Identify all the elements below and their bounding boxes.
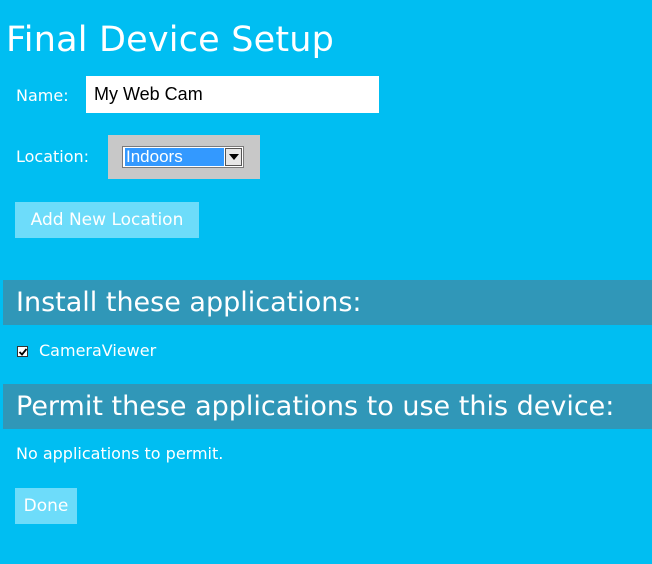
- install-apps-header: Install these applications:: [3, 280, 652, 325]
- cameraviewer-checkbox[interactable]: [17, 346, 28, 357]
- done-button[interactable]: Done: [15, 488, 77, 524]
- location-select-value: Indoors: [125, 148, 224, 166]
- name-input[interactable]: [86, 76, 379, 113]
- location-label: Location:: [16, 147, 90, 166]
- permit-apps-header: Permit these applications to use this de…: [3, 384, 652, 429]
- location-select[interactable]: Indoors: [122, 146, 244, 168]
- no-applications-text: No applications to permit.: [16, 444, 224, 463]
- name-label: Name:: [16, 86, 69, 105]
- page-title: Final Device Setup: [6, 20, 335, 60]
- checkmark-icon: [18, 348, 28, 356]
- chevron-down-icon[interactable]: [225, 148, 242, 166]
- location-select-container: Indoors: [108, 135, 260, 179]
- add-new-location-button[interactable]: Add New Location: [15, 202, 199, 238]
- cameraviewer-label: CameraViewer: [39, 341, 157, 360]
